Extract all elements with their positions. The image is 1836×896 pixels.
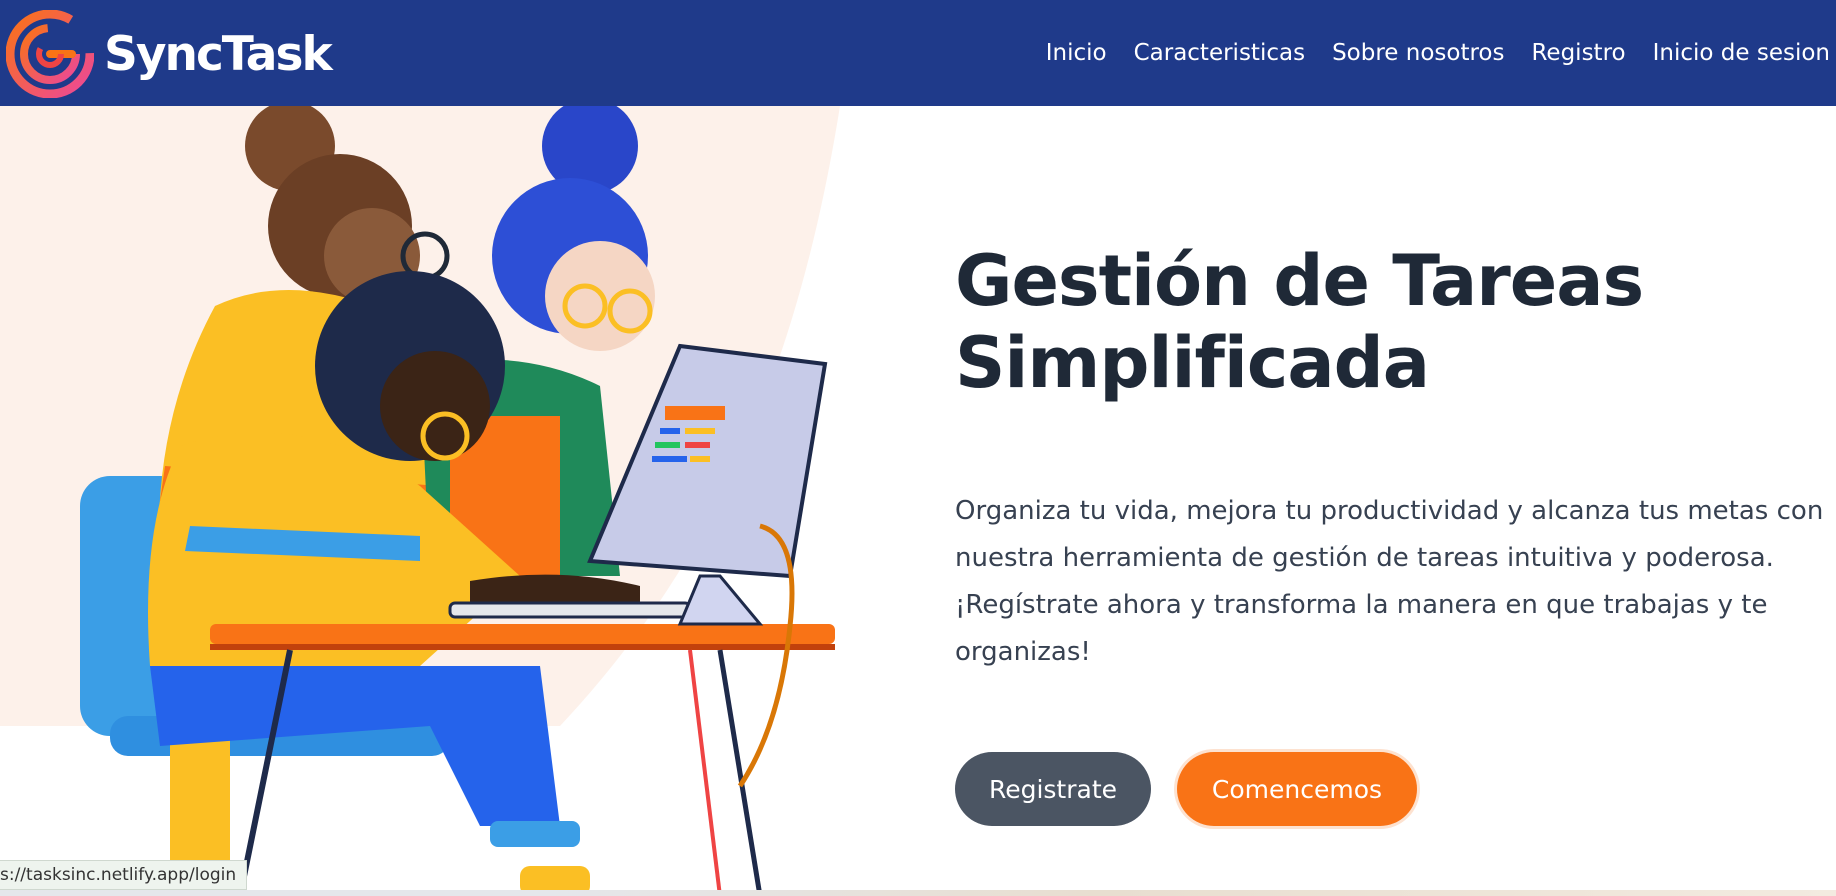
hero-title-line2: Simplificada	[955, 322, 1430, 404]
nav-link-registro[interactable]: Registro	[1531, 40, 1625, 66]
team-working-illustration	[0, 106, 840, 896]
hero-title: Gestión de Tareas Simplificada	[955, 240, 1835, 404]
hero-title-line1: Gestión de Tareas	[955, 240, 1644, 322]
next-section-edge	[0, 890, 1836, 896]
start-button[interactable]: Comencemos	[1177, 752, 1417, 826]
hero-description: Organiza tu vida, mejora tu productivida…	[955, 496, 1824, 667]
nav-link-caracteristicas[interactable]: Caracteristicas	[1134, 40, 1305, 66]
register-button[interactable]: Registrate	[955, 752, 1151, 826]
brand-name: SyncTask	[104, 26, 333, 82]
brand-link[interactable]: SyncTask	[6, 10, 333, 98]
hero-illustration	[0, 106, 860, 896]
top-navbar: SyncTask Inicio Caracteristicas Sobre no…	[0, 0, 1836, 106]
nav-link-sobre-nosotros[interactable]: Sobre nosotros	[1332, 40, 1504, 66]
nav-menu: Inicio Caracteristicas Sobre nosotros Re…	[1019, 0, 1830, 106]
nav-link-inicio[interactable]: Inicio	[1046, 40, 1107, 66]
spiral-logo-icon	[6, 10, 94, 98]
hero-buttons: Registrate Comencemos	[955, 752, 1417, 826]
hero-content: Gestión de Tareas Simplificada Organiza …	[955, 240, 1835, 676]
nav-link-inicio-sesion[interactable]: Inicio de sesion	[1653, 40, 1830, 66]
status-bar-url: s://tasksinc.netlify.app/login	[0, 860, 248, 890]
